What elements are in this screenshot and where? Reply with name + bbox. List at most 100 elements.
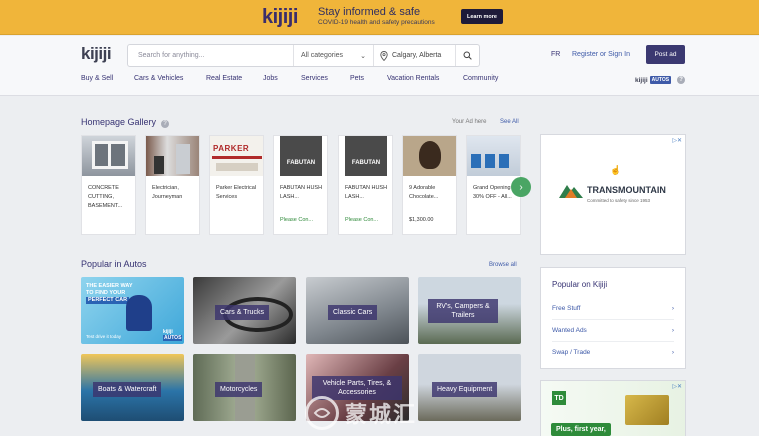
watermark: 蒙城汇 [305, 396, 417, 430]
parker-logo: PARKER [213, 144, 250, 153]
nav-item-pets[interactable]: Pets [350, 75, 364, 82]
tile-classic-cars[interactable]: Classic Cars [306, 277, 409, 344]
tile-cars-trucks[interactable]: Cars & Trucks [193, 277, 296, 344]
post-ad-button[interactable]: Post ad [646, 45, 685, 64]
site-header: kijiji Search for anything... All catego… [0, 36, 759, 96]
tile-motorcycles[interactable]: Motorcycles [193, 354, 296, 421]
promo-cta: Test drive it today [86, 334, 122, 339]
location-select[interactable]: Calgary, Alberta [373, 45, 455, 66]
category-select[interactable]: All categories ⌄ [293, 45, 373, 66]
banner-subtitle: COVID-19 health and safety precautions [318, 19, 435, 26]
banner-title: Stay informed & safe [318, 6, 421, 18]
logo-text: kijiji [81, 44, 112, 63]
mouse-cursor-icon: ☝ [610, 165, 622, 175]
card-title: FABUTAN HUSH LASH... [345, 185, 388, 200]
tile-label: Boats & Watercraft [93, 382, 162, 397]
autos-tag: AUTOS [649, 76, 672, 84]
search-icon [463, 51, 472, 60]
card-title: Electrician, Journeyman [152, 185, 183, 200]
card-image [467, 136, 520, 176]
nav-item-services[interactable]: Services [301, 75, 328, 82]
language-toggle[interactable]: FR [551, 51, 560, 58]
browse-all-link[interactable]: Browse all [489, 262, 517, 268]
tile-label: Cars & Trucks [215, 305, 269, 320]
location-label: Calgary, Alberta [392, 52, 442, 59]
card-price: Please Con... [345, 217, 379, 223]
tile-label: Heavy Equipment [432, 382, 498, 397]
ad-brand: TRANSMOUNTAIN [587, 185, 666, 195]
card-title: CONCRETE CUTTING, BASEMENT... [88, 185, 123, 209]
credit-card-image [625, 395, 669, 425]
popular-item-wanted-ads[interactable]: Wanted Ads › [552, 319, 674, 334]
gallery-card[interactable]: FABUTAN FABUTAN HUSH LASH... Please Con.… [338, 135, 393, 235]
see-all-link[interactable]: See All [500, 119, 519, 125]
card-image: FABUTAN [339, 136, 392, 176]
tile-boats[interactable]: Boats & Watercraft [81, 354, 184, 421]
gallery-card[interactable]: Electrician, Journeyman [145, 135, 200, 235]
card-price: Please Con... [280, 217, 314, 223]
autos-promo-tile[interactable]: THE EASIER WAY TO FIND YOUR PERFECT CAR … [81, 277, 184, 344]
gallery-title-text: Homepage Gallery [81, 117, 157, 127]
popular-item-label: Wanted Ads [552, 327, 587, 334]
chevron-right-icon: › [519, 181, 523, 193]
gallery-card[interactable]: PARKER Parker Electrical Services [209, 135, 264, 235]
your-ad-here-link[interactable]: Your Ad here [452, 119, 486, 125]
search-button[interactable] [455, 45, 479, 66]
popular-item-free-stuff[interactable]: Free Stuff › [552, 298, 674, 312]
gallery-card[interactable]: 9 Adorable Chocolate... $1,300.00 [402, 135, 457, 235]
td-logo: TD [552, 391, 566, 405]
tile-rvs-campers[interactable]: RV's, Campers & Trailers [418, 277, 521, 344]
search-bar: Search for anything... All categories ⌄ … [127, 44, 480, 67]
promo-line-1: THE EASIER WAY [86, 283, 133, 289]
fabutan-logo: FABUTAN [280, 136, 322, 176]
ad-tagline: Committed to safety since 1953 [587, 198, 651, 203]
help-icon[interactable]: ? [677, 76, 686, 84]
learn-more-button[interactable]: Learn more [461, 9, 503, 24]
gallery-card[interactable]: FABUTAN FABUTAN HUSH LASH... Please Con.… [273, 135, 328, 235]
info-icon[interactable]: ? [161, 120, 170, 128]
popular-item-swap-trade[interactable]: Swap / Trade › [552, 341, 674, 356]
gallery-title: Homepage Gallery? [81, 117, 170, 128]
ad-choices-icon[interactable]: ▷✕ [672, 383, 682, 390]
card-price: $1,300.00 [409, 217, 434, 223]
transmountain-ad[interactable]: ▷✕ TRANSMOUNTAIN Committed to safety sin… [540, 134, 686, 255]
td-ad[interactable]: ▷✕ TD Plus, first year, [540, 380, 686, 436]
watermark-logo-icon [305, 396, 339, 430]
kijiji-autos-link[interactable]: kijiji AUTOS ? [635, 76, 686, 84]
card-title: 9 Adorable Chocolate... [409, 185, 439, 200]
person-image [126, 295, 152, 331]
card-image [146, 136, 199, 176]
nav-item-vacation-rentals[interactable]: Vacation Rentals [387, 75, 439, 82]
popular-on-kijiji: Popular on Kijiji Free Stuff › Wanted Ads… [540, 267, 686, 369]
nav-item-buy-sell[interactable]: Buy & Sell [81, 75, 113, 82]
promo-text: THE EASIER WAY TO FIND YOUR PERFECT CAR [86, 283, 133, 304]
td-ad-text: Plus, first year, [551, 423, 611, 436]
carousel-next-button[interactable]: › [511, 177, 531, 197]
banner-logo: kijiji [262, 6, 298, 28]
register-link[interactable]: Register or Sign In [572, 51, 630, 58]
watermark-text: 蒙城汇 [345, 402, 418, 427]
gallery-card[interactable]: CONCRETE CUTTING, BASEMENT... [81, 135, 136, 235]
kijiji-logo[interactable]: kijiji [81, 44, 112, 64]
card-image: PARKER [210, 136, 263, 176]
category-label: All categories [301, 52, 344, 59]
tile-label: Classic Cars [328, 305, 378, 320]
transmountain-logo: TRANSMOUNTAIN Committed to safety since … [559, 182, 666, 203]
nav-item-community[interactable]: Community [463, 75, 498, 82]
nav-item-cars-vehicles[interactable]: Cars & Vehicles [134, 75, 183, 82]
card-title: FABUTAN HUSH LASH... [280, 185, 323, 200]
location-pin-icon [380, 50, 388, 61]
tile-label: RV's, Campers & Trailers [428, 299, 498, 323]
card-image: FABUTAN [274, 136, 327, 176]
search-input[interactable]: Search for anything... [128, 52, 293, 59]
chevron-right-icon: › [671, 327, 674, 334]
promo-line-2: TO FIND YOUR [86, 290, 126, 296]
nav-item-real-estate[interactable]: Real Estate [206, 75, 242, 82]
tile-label: Motorcycles [215, 382, 263, 397]
tile-heavy-equipment[interactable]: Heavy Equipment [418, 354, 521, 421]
nav-item-jobs[interactable]: Jobs [263, 75, 278, 82]
popular-item-label: Free Stuff [552, 305, 581, 312]
promo-line-3: PERFECT CAR [86, 297, 130, 304]
ad-choices-icon[interactable]: ▷✕ [672, 137, 682, 144]
mountain-logo-icon [559, 185, 583, 198]
